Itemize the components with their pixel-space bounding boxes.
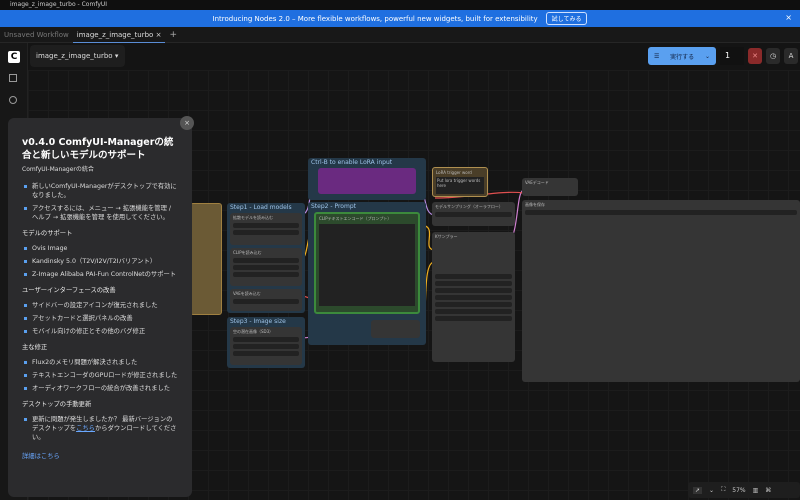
node-lora-loader[interactable] [318, 168, 416, 194]
link-visibility-icon[interactable]: ⌘ [765, 487, 771, 494]
release-notes-popup: v0.4.0 ComfyUI-Managerの統合と新しいモデルのサポート Co… [8, 118, 192, 497]
group-title: Step1 - Load models [230, 204, 292, 211]
fit-view-icon[interactable]: ⛶ [721, 486, 725, 494]
node-ksampler[interactable]: Kサンプラー [432, 232, 515, 362]
prompt-textarea[interactable] [319, 224, 415, 306]
select-tool-icon[interactable]: ➚ [693, 486, 703, 494]
learn-more-link[interactable]: 詳細はこちら [22, 453, 60, 460]
list-item: 新しいComfyUI-Managerがデスクトップで有効になりました。 [22, 182, 178, 200]
node-title: CLIPテキストエンコード（プロンプト） [319, 216, 392, 221]
list-item: サイドバーの設定アイコンが復元されました [22, 301, 178, 310]
list-item: Kandinsky 5.0（T2V/I2V/T2Iバリアント） [22, 257, 178, 266]
node-title: VAEを読み込む [233, 291, 261, 296]
node-title: CLIPを読み込む [233, 250, 262, 255]
node-title: Kサンプラー [435, 234, 458, 239]
list-item: テキストエンコーダのGPUロードが修正されました [22, 371, 178, 380]
popup-close-button[interactable]: × [180, 116, 194, 130]
group-title: Ctrl-B to enable LoRA input [311, 159, 393, 166]
node-title: LoRA trigger word [436, 170, 472, 175]
list-item: オーディオワークフローの統合が改善されました [22, 384, 178, 393]
node-title: 拡散モデルを読み込む [233, 215, 273, 220]
node-save-image[interactable]: 画像を保存 [522, 200, 800, 382]
group-title: Step3 - Image size [230, 318, 286, 325]
group-step3[interactable]: Step3 - Image size 空の潜在画像（SD3） [227, 317, 305, 368]
list-item: アセットカードと選択パネルの改善 [22, 314, 178, 323]
list-item: モバイル向けの修正とその他のバグ修正 [22, 327, 178, 336]
list-item: Ovis Image [22, 244, 178, 253]
list-item: 更新に問題が発生しましたか？ 最新バージョンのデスクトップをこちらからダウンロー… [22, 415, 178, 442]
canvas-toolbar: ➚ ⌄ ⛶ 57% ▥ ⌘ [688, 482, 800, 498]
section-heading: 主な修正 [22, 344, 48, 351]
popup-subtitle: ComfyUI-Managerの統合 [22, 166, 94, 173]
zoom-level[interactable]: 57% [732, 487, 745, 494]
node-load-vae[interactable]: VAEを読み込む [230, 289, 302, 311]
list-item: アクセスするには、メニュー → 拡張機能を管理 / ヘルプ → 拡張機能を管理 … [22, 204, 178, 222]
node-conditioning[interactable] [371, 320, 420, 338]
node-vae-decode[interactable]: VAEデコード [522, 178, 578, 196]
section-heading: モデルのサポート [22, 230, 73, 237]
node-title: 画像を保存 [525, 202, 545, 207]
node-title: モデルサンプリング（オーラフロー） [435, 204, 503, 209]
node-empty-latent[interactable]: 空の潜在画像（SD3） [230, 327, 302, 365]
group-step1[interactable]: Step1 - Load models 拡散モデルを読み込む CLIPを読み込む… [227, 203, 305, 313]
download-link[interactable]: こちら [76, 425, 95, 432]
section-heading: ユーザーインターフェースの改善 [22, 287, 116, 294]
lora-trigger-textarea[interactable]: Put lora trigger words here [436, 177, 484, 194]
chevron-down-icon[interactable]: ⌄ [709, 487, 714, 494]
node-title: 空の潜在画像（SD3） [233, 329, 274, 334]
node-model-sampling[interactable]: モデルサンプリング（オーラフロー） [432, 202, 515, 226]
node-partial[interactable] [190, 203, 222, 315]
popup-title: v0.4.0 ComfyUI-Managerの統合と新しいモデルのサポート [22, 137, 174, 161]
node-load-diffusion-model[interactable]: 拡散モデルを読み込む [230, 213, 302, 245]
node-lora-trigger-word[interactable]: LoRA trigger word Put lora trigger words … [432, 167, 488, 197]
node-title: VAEデコード [525, 180, 549, 185]
group-lora[interactable]: Ctrl-B to enable LoRA input [308, 158, 426, 200]
minimap-icon[interactable]: ▥ [753, 487, 759, 494]
group-title: Step2 - Prompt [311, 203, 356, 210]
section-heading: デスクトップの手動更新 [22, 401, 92, 408]
node-load-clip[interactable]: CLIPを読み込む [230, 248, 302, 286]
node-clip-text-encode[interactable]: CLIPテキストエンコード（プロンプト） [314, 212, 420, 314]
list-item: Flux2のメモリ問題が解決されました [22, 358, 178, 367]
group-step2[interactable]: Step2 - Prompt CLIPテキストエンコード（プロンプト） [308, 202, 426, 345]
list-item: Z-Image Alibaba PAI-Fun ControlNetのサポート [22, 270, 178, 279]
